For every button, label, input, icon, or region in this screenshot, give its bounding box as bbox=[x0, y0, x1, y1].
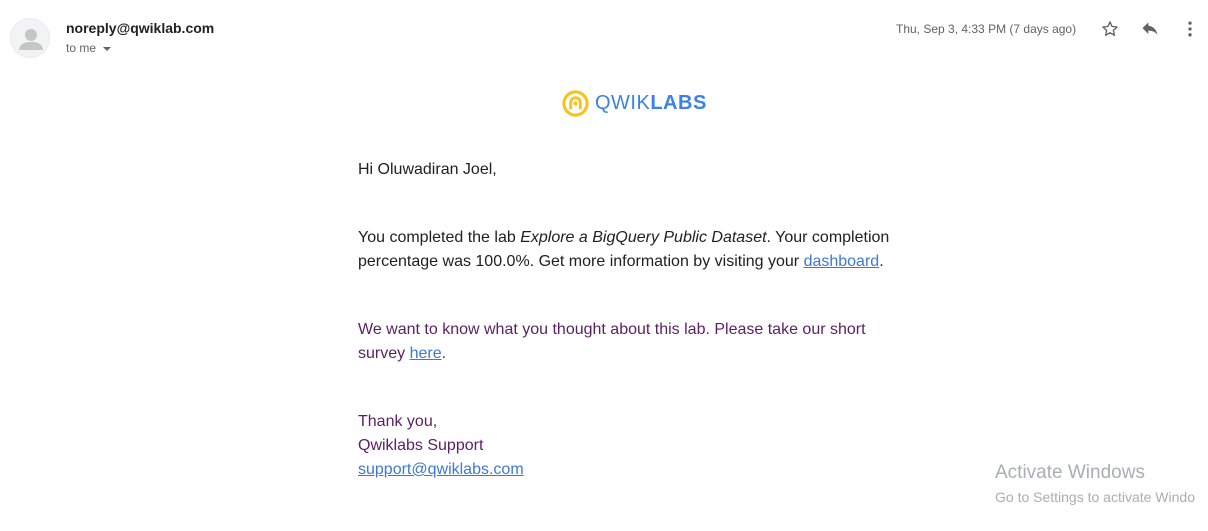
reply-button[interactable] bbox=[1137, 16, 1163, 42]
person-icon bbox=[19, 29, 43, 50]
survey-paragraph: We want to know what you thought about t… bbox=[358, 318, 898, 366]
sender-email: noreply@qwiklab.com bbox=[66, 20, 215, 36]
star-button[interactable] bbox=[1097, 16, 1123, 42]
email-body: Hi Oluwadiran Joel, You completed the la… bbox=[358, 158, 898, 482]
more-vert-icon bbox=[1188, 21, 1192, 37]
watermark-subtitle: Go to Settings to activate Windo bbox=[995, 489, 1195, 505]
recipient-details[interactable]: to me bbox=[66, 41, 112, 55]
reply-icon bbox=[1142, 22, 1158, 35]
qwiklabs-logo-icon bbox=[562, 90, 589, 117]
completion-paragraph: You completed the lab Explore a BigQuery… bbox=[358, 226, 898, 274]
star-icon bbox=[1102, 21, 1118, 36]
dashboard-link[interactable]: dashboard bbox=[804, 253, 880, 270]
survey-link[interactable]: here bbox=[410, 345, 442, 362]
logo-wordmark: QWIKLABS bbox=[595, 92, 707, 115]
recipient-label: to me bbox=[66, 41, 97, 55]
completion-text-end: . bbox=[879, 253, 884, 270]
completion-text-prefix: You completed the lab bbox=[358, 229, 521, 246]
sign-off-thanks: Thank you, bbox=[358, 413, 438, 430]
logo-text-bold: LABS bbox=[650, 92, 707, 114]
logo-text-light: QWIK bbox=[595, 92, 651, 114]
support-email-link[interactable]: support@qwiklabs.com bbox=[358, 461, 524, 478]
more-options-button[interactable] bbox=[1177, 16, 1203, 42]
sign-off-name: Qwiklabs Support bbox=[358, 437, 484, 454]
email-timestamp: Thu, Sep 3, 4:33 PM (7 days ago) bbox=[896, 22, 1077, 36]
avatar[interactable] bbox=[10, 18, 50, 58]
activate-windows-watermark: Activate Windows Go to Settings to activ… bbox=[995, 462, 1195, 505]
qwiklabs-logo: QWIKLABS bbox=[562, 90, 707, 117]
caret-down-icon[interactable] bbox=[103, 47, 112, 51]
survey-text-end: . bbox=[441, 345, 447, 362]
greeting: Hi Oluwadiran Joel, bbox=[358, 161, 497, 178]
lab-name: Explore a BigQuery Public Dataset bbox=[520, 229, 767, 246]
watermark-title: Activate Windows bbox=[995, 462, 1145, 483]
